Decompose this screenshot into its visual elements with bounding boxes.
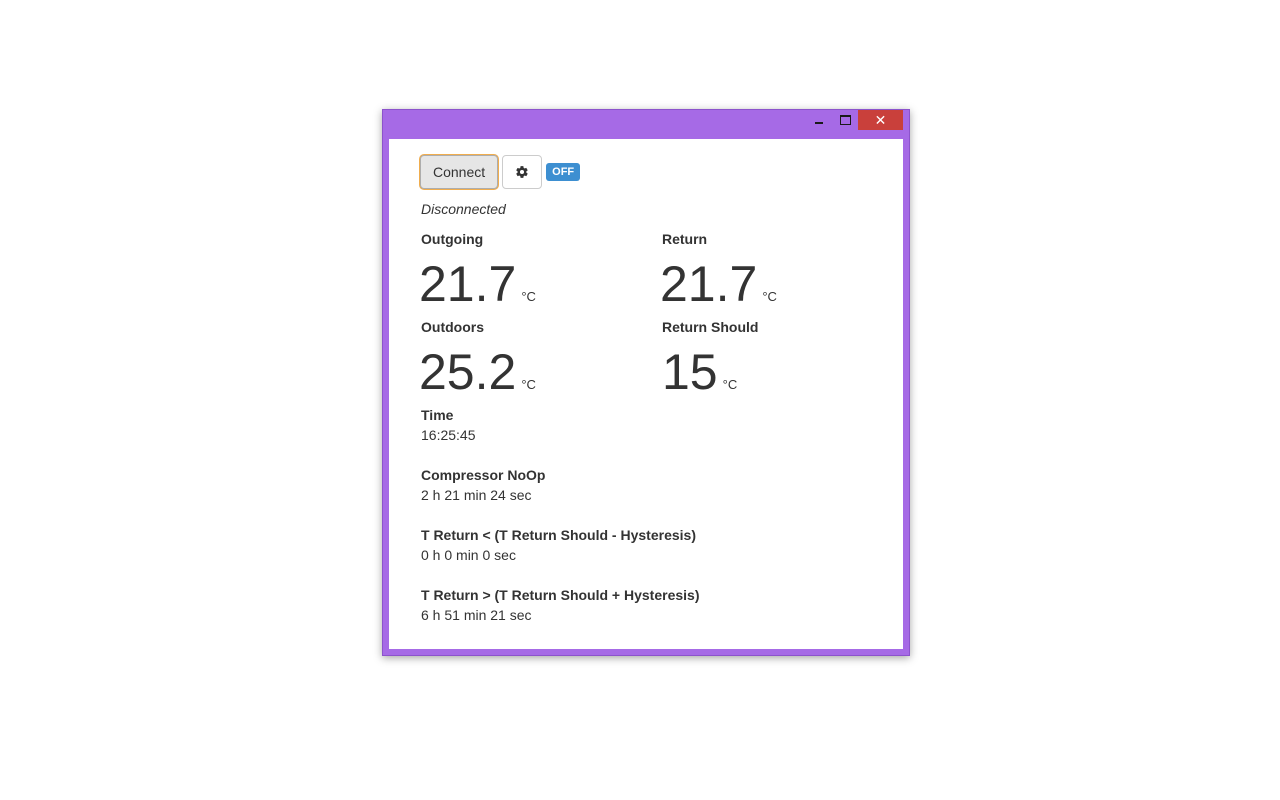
maximize-button[interactable]	[835, 110, 855, 130]
content-panel: Connect OFF Disconnected Outgoing 21.7 °…	[389, 139, 903, 649]
return-reading: 21.7 °C	[660, 259, 777, 322]
return-should-label: Return Should	[662, 319, 759, 335]
app-window: ✕ Connect OFF Disconnected Outgoing 21.7…	[382, 109, 910, 656]
return-value: 21.7	[660, 256, 758, 312]
t-return-greater-value: 6 h 51 min 21 sec	[421, 607, 532, 623]
title-bar[interactable]: ✕	[383, 110, 909, 139]
connect-button[interactable]: Connect	[420, 155, 499, 189]
return-should-value: 15	[662, 344, 718, 400]
outgoing-unit: °C	[521, 289, 536, 304]
outgoing-reading: 21.7 °C	[419, 259, 536, 322]
minimize-button[interactable]	[809, 110, 829, 130]
close-icon: ✕	[874, 112, 887, 128]
off-toggle-badge[interactable]: OFF	[546, 163, 581, 181]
return-should-unit: °C	[722, 377, 738, 392]
outdoors-unit: °C	[521, 377, 536, 392]
time-value: 16:25:45	[421, 427, 476, 443]
gear-icon	[516, 166, 528, 178]
maximize-icon	[839, 115, 851, 125]
return-label: Return	[662, 231, 708, 247]
t-return-less-value: 0 h 0 min 0 sec	[421, 547, 516, 563]
outgoing-label: Outgoing	[421, 231, 484, 247]
outdoors-value: 25.2	[419, 344, 517, 400]
outdoors-reading: 25.2 °C	[419, 347, 536, 410]
compressor-noop-label: Compressor NoOp	[421, 467, 546, 483]
compressor-noop-value: 2 h 21 min 24 sec	[421, 487, 532, 503]
minimize-icon	[815, 122, 823, 124]
toolbar: Connect OFF	[420, 155, 581, 189]
return-should-reading: 15 °C	[662, 347, 737, 410]
t-return-less-label: T Return < (T Return Should - Hysteresis…	[421, 527, 696, 543]
close-button[interactable]: ✕	[858, 110, 903, 130]
time-label: Time	[421, 407, 454, 423]
t-return-greater-label: T Return > (T Return Should + Hysteresis…	[421, 587, 700, 603]
outgoing-value: 21.7	[419, 256, 517, 312]
outdoors-label: Outdoors	[421, 319, 484, 335]
return-unit: °C	[762, 289, 777, 304]
connection-status: Disconnected	[421, 201, 506, 217]
settings-button[interactable]	[502, 155, 543, 189]
